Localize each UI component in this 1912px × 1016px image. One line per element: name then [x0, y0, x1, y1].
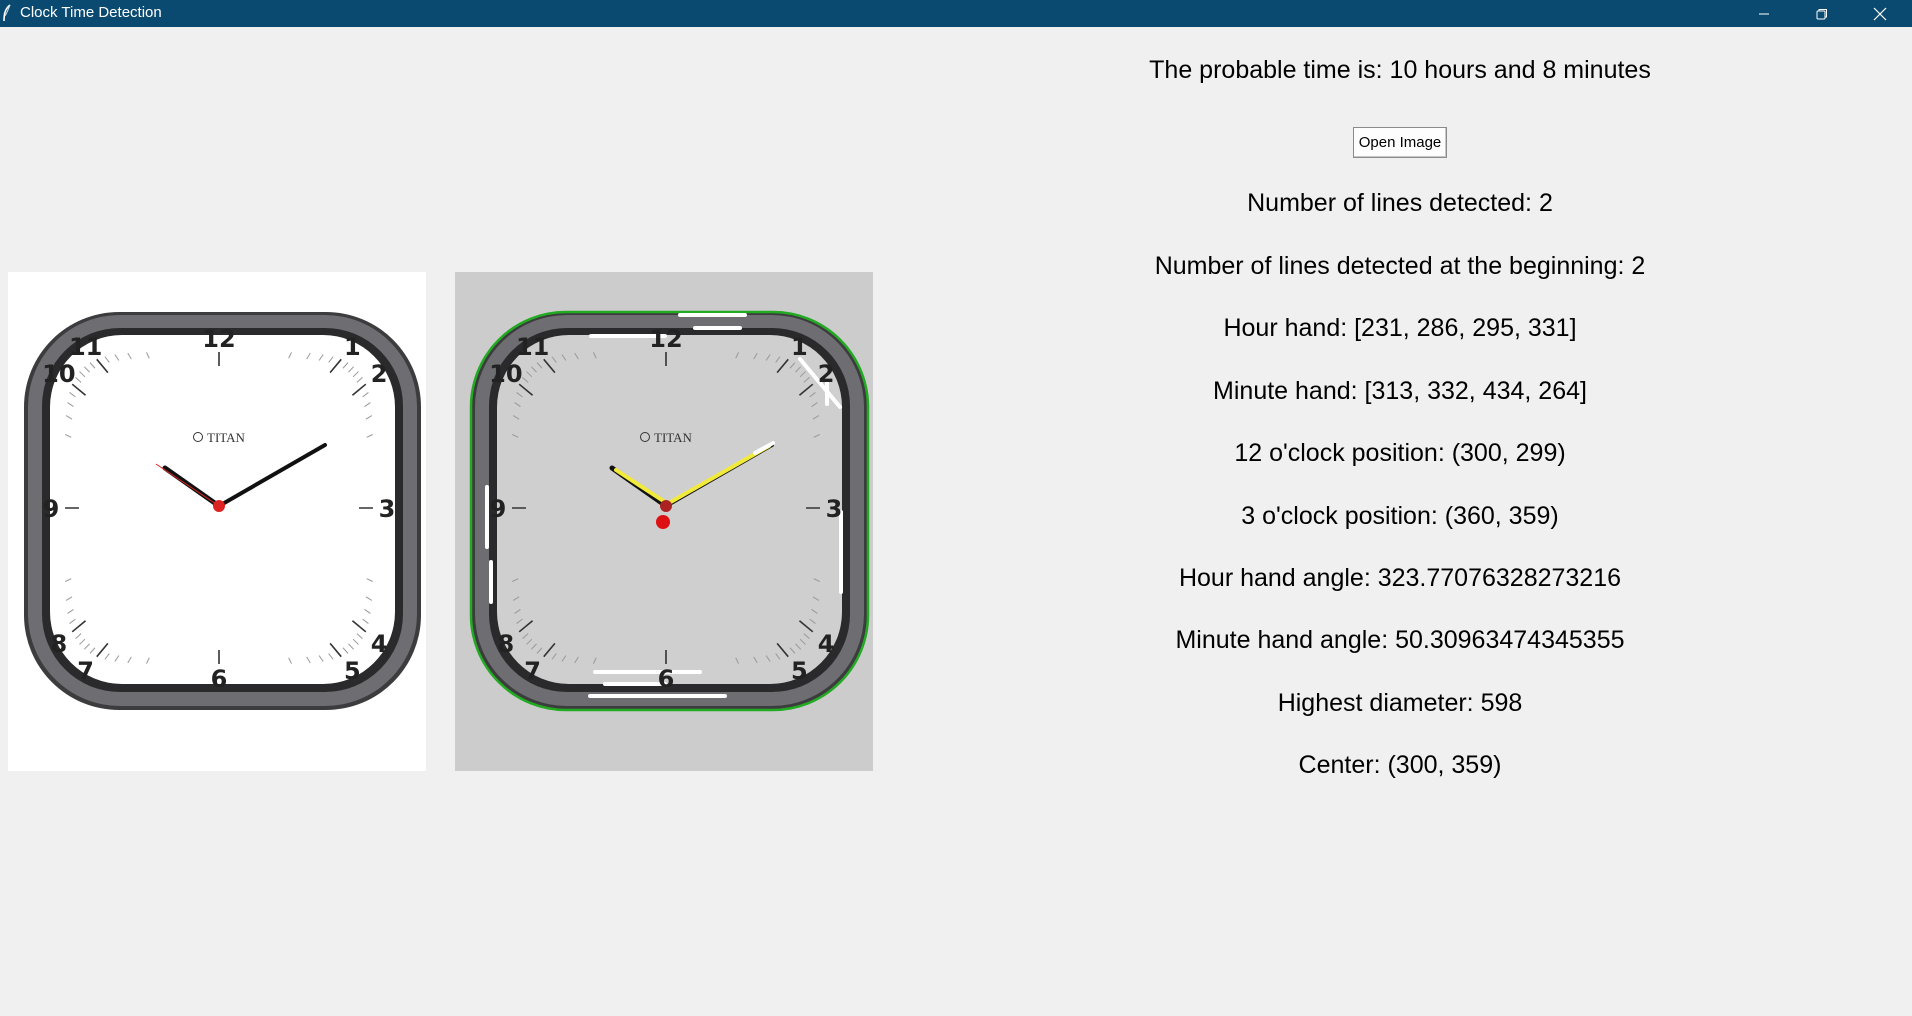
hour-hand-label: Hour hand: [231, 286, 295, 331]: [1223, 314, 1577, 342]
clock-numeral: 4: [818, 630, 835, 658]
clock-numeral: 7: [77, 657, 94, 685]
clock-numeral: 12: [202, 325, 235, 353]
original-clock-graphic: 12 12 3 45 6 78 9 1011 TITAN: [24, 312, 421, 710]
clock-numeral: 9: [43, 495, 60, 523]
close-button[interactable]: [1851, 0, 1909, 27]
clock-numeral: 1: [791, 333, 808, 361]
clock-numeral: 10: [42, 360, 75, 388]
clock-numeral: 1: [344, 333, 361, 361]
clock-numeral: 3: [826, 495, 843, 523]
clock-numeral: 5: [344, 657, 361, 685]
processed-clock-image: 12 1 2 3 4 5 6 7 8 9 10 11 TITAN: [455, 272, 873, 771]
title-bar: Clock Time Detection: [0, 0, 1912, 27]
minimize-button[interactable]: [1735, 0, 1793, 27]
maximize-button[interactable]: [1793, 0, 1851, 27]
clock-numeral: 8: [498, 630, 515, 658]
clock-numeral: 4: [371, 630, 388, 658]
center-label: Center: (300, 359): [1298, 751, 1502, 779]
clock-numeral: 11: [69, 333, 102, 361]
clock-numeral: 9: [490, 495, 507, 523]
minute-hand-label: Minute hand: [313, 332, 434, 264]: [1213, 377, 1587, 405]
clock-numeral: 8: [51, 630, 68, 658]
restore-icon: [1816, 8, 1827, 19]
clock-numeral: 3: [379, 495, 396, 523]
clock-numeral: 5: [791, 657, 808, 685]
minimize-icon: [1759, 13, 1769, 14]
three-oclock-position-label: 3 o'clock position: (360, 359): [1241, 502, 1559, 530]
minute-hand-angle-label: Minute hand angle: 50.30963474345355: [1175, 626, 1625, 654]
close-icon: [1873, 7, 1887, 20]
probable-time-label: The probable time is: 10 hours and 8 min…: [1149, 56, 1651, 84]
clock-numeral: 6: [211, 665, 228, 693]
clock-numeral: 6: [658, 665, 675, 693]
highest-diameter-label: Highest diameter: 598: [1277, 689, 1523, 717]
clock-numeral: 10: [489, 360, 522, 388]
detected-center-marker: [656, 515, 670, 529]
feather-icon: [3, 4, 11, 22]
clock-numeral: 2: [371, 360, 388, 388]
lines-detected-beginning-label: Number of lines detected at the beginnin…: [1154, 252, 1646, 280]
clock-numeral: 7: [524, 657, 541, 685]
clock-numeral: 11: [516, 333, 549, 361]
twelve-oclock-position-label: 12 o'clock position: (300, 299): [1234, 439, 1566, 467]
hour-hand-angle-label: Hour hand angle: 323.77076328273216: [1178, 564, 1622, 592]
brand-name: TITAN: [207, 430, 246, 445]
clock-numeral: 12: [649, 325, 682, 353]
clock-numeral: 2: [818, 360, 835, 388]
open-image-button[interactable]: Open Image: [1353, 127, 1447, 158]
processed-clock-graphic: 12 12 3 45 6 78 9 1011 TITAN: [469, 310, 870, 712]
window-title: Clock Time Detection: [20, 4, 162, 21]
brand-name: TITAN: [654, 430, 693, 445]
original-clock-image: 12 1 2 3 4 5 6 7 8 9 10 11 TITAN: [8, 272, 426, 771]
lines-detected-label: Number of lines detected: 2: [1247, 189, 1553, 217]
center-pin: [213, 500, 225, 512]
center-pin: [660, 500, 672, 512]
